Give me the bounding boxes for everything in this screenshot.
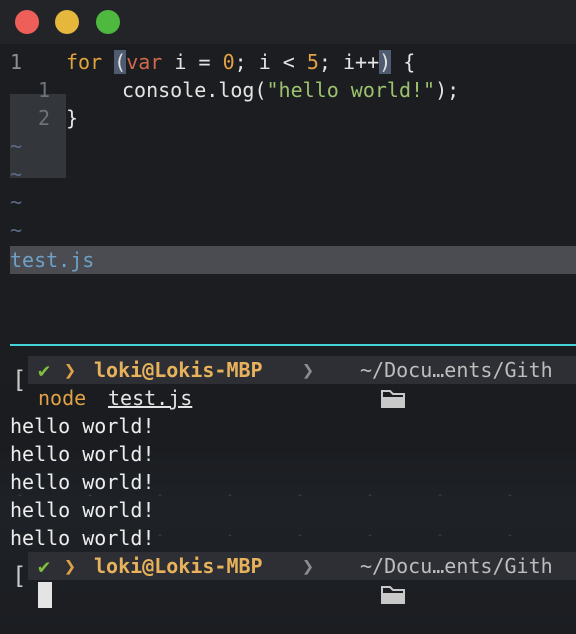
command-argument: test.js: [108, 386, 193, 410]
code-line-1[interactable]: for (var i = 0; i < 5; i++) {: [66, 48, 415, 76]
terminal-cursor[interactable]: [38, 582, 52, 608]
gutter-line-relative-2: 2: [38, 106, 51, 130]
code-fragment: i =: [162, 50, 223, 74]
keyword-var: var: [126, 50, 163, 74]
code-fragment: );: [435, 78, 460, 102]
vim-editor-pane[interactable]: 1 1 2 for (var i = 0; i < 5; i++) { cons…: [0, 44, 576, 344]
zoom-window-button[interactable]: [96, 10, 120, 34]
number-literal: 5: [306, 50, 319, 74]
success-check-icon: ✔: [38, 554, 51, 578]
chevron-right-icon: ❯: [302, 358, 315, 382]
success-check-icon: ✔: [38, 358, 51, 382]
prompt-host: loki@Lokis-MBP: [94, 554, 263, 578]
empty-line-tilde: ~: [10, 218, 23, 242]
output-line: hello world!: [10, 442, 155, 466]
matched-paren-open: (: [114, 50, 127, 74]
string-literal: "hello world!": [266, 78, 436, 102]
code-fragment: {: [391, 50, 416, 74]
code-line-3[interactable]: }: [66, 104, 78, 132]
prompt-bracket: [: [12, 366, 27, 394]
prompt-bracket: [: [12, 562, 27, 590]
window-titlebar: [0, 0, 576, 44]
chevron-right-icon: ❯: [64, 554, 77, 578]
output-line: hello world!: [10, 414, 155, 438]
code-fragment: }: [66, 106, 79, 130]
matched-paren-close: ): [379, 50, 392, 74]
code-fragment: ; i++: [318, 50, 380, 74]
command-name: node: [38, 386, 87, 410]
chevron-right-icon: ❯: [64, 358, 77, 382]
prompt-host: loki@Lokis-MBP: [94, 358, 263, 382]
minimize-window-button[interactable]: [55, 10, 79, 34]
close-window-button[interactable]: [15, 10, 39, 34]
status-filename: test.js: [10, 248, 95, 272]
prompt-path: ~/Docu…ents/Gith: [360, 554, 553, 578]
code-fragment: console.log(: [122, 78, 267, 102]
empty-line-tilde: ~: [10, 162, 23, 186]
vim-status-line: test.js: [10, 246, 576, 274]
chevron-right-icon: ❯: [302, 554, 315, 578]
code-line-2[interactable]: console.log("hello world!");: [122, 76, 459, 104]
empty-line-tilde: ~: [10, 134, 23, 158]
terminal-pane[interactable]: [ ✔ ❯ loki@Lokis-MBP ❯ ~/Docu…ents/Gith …: [0, 346, 576, 634]
prompt-path: ~/Docu…ents/Gith: [360, 358, 553, 382]
output-line: hello world!: [10, 498, 155, 522]
empty-line-tilde: ~: [10, 190, 23, 214]
keyword-for: for: [66, 50, 103, 74]
output-line: hello world!: [10, 526, 155, 550]
output-line: hello world!: [10, 470, 155, 494]
gutter-line-relative-1: 1: [38, 78, 51, 102]
number-literal: 0: [222, 50, 235, 74]
gutter-line-current: 1: [10, 50, 23, 74]
code-fragment: ; i <: [234, 50, 307, 74]
